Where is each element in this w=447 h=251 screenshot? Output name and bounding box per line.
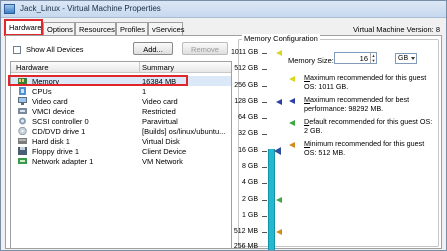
scale-label: 256 GB [234,82,258,89]
scale-label: 8 GB [242,163,258,170]
scale-label: 16 GB [238,147,258,154]
hardware-name: Hard disk 1 [32,137,70,146]
cd-dvd-icon [18,127,27,135]
hardware-row-cd-dvd-drive[interactable]: CD/DVD drive 1 [Builds] os/linux/ubuntu.… [11,126,231,136]
orange-marker-icon [289,142,295,148]
column-header-hardware[interactable]: Hardware [16,63,49,72]
show-all-devices-label: Show All Devices [26,45,84,54]
green-marker-icon [289,120,295,126]
tab-hardware[interactable]: Hardware [4,19,43,36]
scale-tick [262,134,267,135]
hardware-summary: Paravirtual [142,117,178,126]
scale-label: 2 GB [242,196,258,203]
floppy-icon [18,147,27,155]
memory-unit-select[interactable]: GB [395,53,417,64]
memory-size-spinner[interactable]: ▲ ▼ [370,53,376,63]
tab-options[interactable]: Options [43,22,75,35]
scale-tick [262,53,267,54]
remove-button[interactable]: Remove [182,42,228,55]
memory-scale-bar[interactable] [268,149,275,250]
scale-tick [262,183,267,184]
hardware-summary: Video card [142,97,178,106]
hardware-name: Network adapter 1 [32,157,94,166]
window-title: Jack_Linux - Virtual Machine Properties [20,4,161,13]
hardware-summary: VM Network [142,157,183,166]
scsi-controller-icon [19,117,26,125]
hardware-row-scsi-controller[interactable]: SCSI controller 0 Paravirtual [11,116,231,126]
tab-vservices[interactable]: vServices [148,22,185,35]
scale-tick [262,167,267,168]
hardware-row-cpus[interactable]: CPUs 1 [11,86,231,96]
hardware-summary: Client Device [142,147,187,156]
blue-marker-icon [289,98,295,104]
hardware-table: Hardware Summary Memory 16384 MB CPUs 1 … [10,61,232,249]
yellow-marker-icon [289,76,295,82]
tab-profiles[interactable]: Profiles [116,22,148,35]
hardware-summary: Restricted [142,107,176,116]
network-adapter-icon [18,158,27,164]
column-header-summary[interactable]: Summary [142,63,174,72]
scale-label: 256 MB [233,243,258,250]
scale-tick [262,86,267,87]
max-guest-os-marker [276,50,282,56]
scale-label: 1011 GB [231,49,259,56]
vm-version-label: Virtual Machine Version: 8 [353,25,440,34]
hardware-summary: [Builds] os/linux/ubuntu... [142,127,226,136]
scale-label: 4 GB [242,179,258,186]
chevron-down-icon [411,57,415,60]
hardware-summary: 1 [142,87,147,96]
vmci-device-icon [18,108,27,114]
hardware-row-vmci-device[interactable]: VMCI device Restricted [11,106,231,116]
min-recommended-marker [276,229,282,235]
scale-tick [262,200,267,201]
info-text: inimum recommended for this guest OS: 51… [304,139,425,157]
scale-label: 64 GB [238,114,258,121]
memory-row-highlight [8,75,188,86]
cpu-icon [19,87,26,95]
scale-tick [262,102,267,103]
show-all-devices-option[interactable]: Show All Devices [13,45,84,54]
hardware-table-header: Hardware Summary [11,62,231,73]
default-recommended-marker [276,197,282,203]
hardware-row-floppy-drive[interactable]: Floppy drive 1 Client Device [11,146,231,156]
scale-tick [262,232,267,233]
tab-resources[interactable]: Resources [75,22,116,35]
hardware-row-hard-disk[interactable]: Hard disk 1 Virtual Disk [11,136,231,146]
scale-label: 512 GB [234,65,258,72]
hardware-row-video-card[interactable]: Video card Video card [11,96,231,106]
hardware-summary: Virtual Disk [142,137,180,146]
info-text: aximum recommended for best performance:… [304,95,410,113]
hard-disk-icon [18,138,27,144]
scale-label: 128 GB [234,98,258,105]
hardware-name: VMCI device [32,107,75,116]
scale-label: 512 MB [233,228,258,235]
hardware-row-network-adapter[interactable]: Network adapter 1 VM Network [11,156,231,166]
scale-label: 32 GB [238,130,258,137]
info-text: aximum recommended for this guest OS: 10… [304,73,427,91]
memory-unit-value: GB [398,55,409,62]
hardware-name: Video card [32,97,68,106]
info-text: efault recommended for this guest OS: 2 … [304,117,433,135]
hardware-name: SCSI controller 0 [32,117,89,126]
hardware-name: CD/DVD drive 1 [32,127,86,136]
show-all-devices-checkbox[interactable] [13,45,21,54]
memory-slider-thumb[interactable] [274,147,281,155]
memory-configuration-title: Memory Configuration [242,34,320,43]
video-card-icon [18,97,27,105]
hardware-name: CPUs [32,87,52,96]
max-best-performance-marker [276,99,282,105]
vm-properties-window: Jack_Linux - Virtual Machine Properties … [0,0,447,251]
column-separator [139,62,140,73]
scale-tick [262,151,267,152]
vm-app-icon [4,4,15,14]
scale-label: 1 GB [242,212,258,219]
scale-tick [262,216,267,217]
hardware-name: Floppy drive 1 [32,147,80,156]
add-button[interactable]: Add... [133,42,173,55]
scale-tick [262,118,267,119]
scale-tick [262,69,267,70]
memory-size-label: Memory Size: [288,56,334,65]
title-bar: Jack_Linux - Virtual Machine Properties [1,1,446,18]
